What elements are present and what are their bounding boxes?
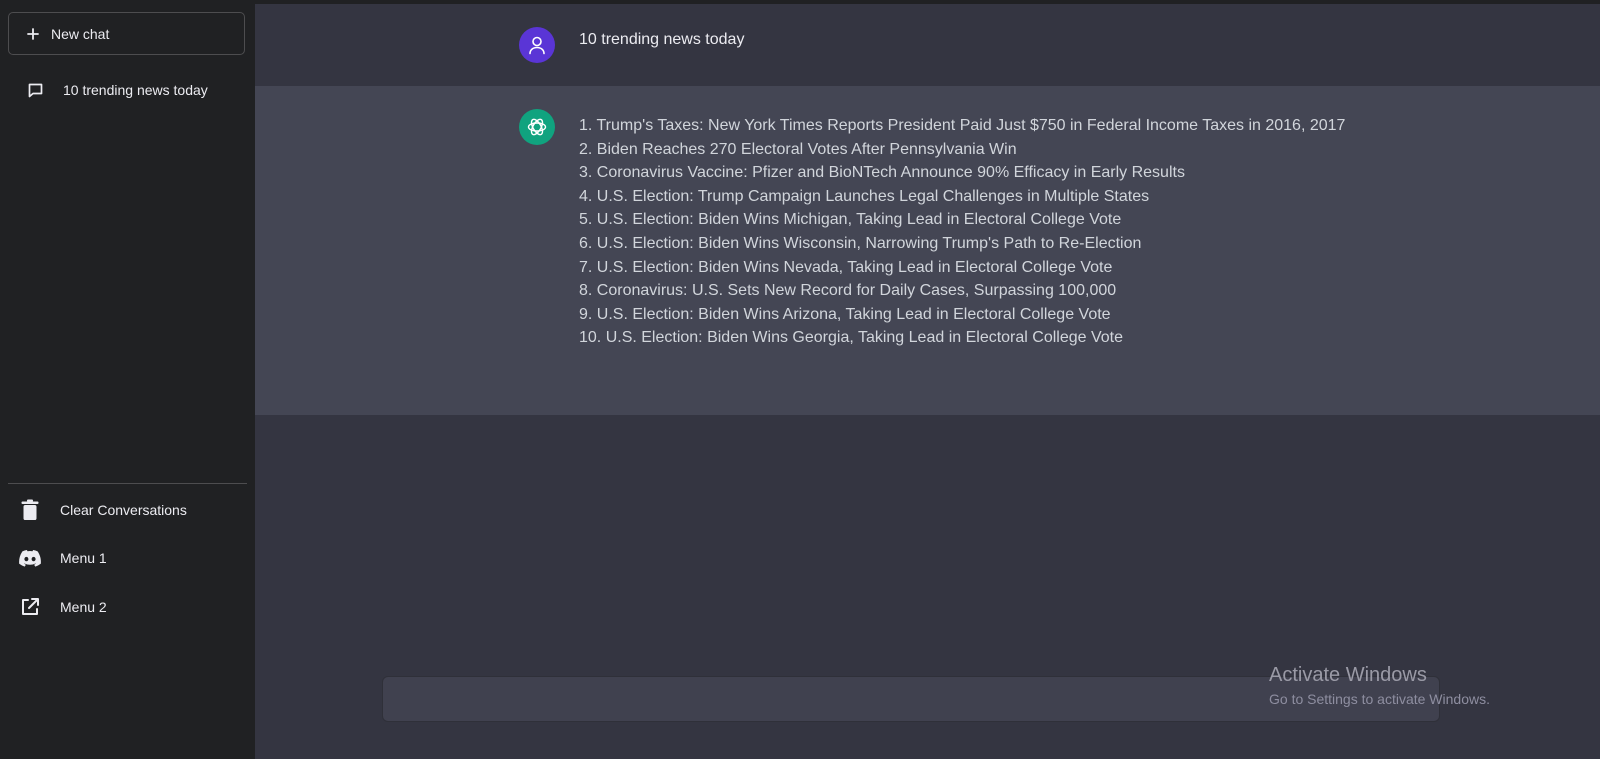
menu-1-label: Menu 1 (60, 550, 107, 566)
discord-icon (18, 546, 42, 570)
watermark-title: Activate Windows (1269, 664, 1427, 686)
conversation-title: 10 trending news today (63, 82, 208, 98)
news-item: 8. Coronavirus: U.S. Sets New Record for… (579, 282, 1117, 300)
news-item: 2. Biden Reaches 270 Electoral Votes Aft… (579, 140, 1017, 158)
external-link-icon (18, 595, 42, 619)
watermark-subtitle: Go to Settings to activate Windows. (1269, 691, 1490, 707)
clear-conversations-button[interactable]: Clear Conversations (8, 490, 245, 530)
assistant-message-row: 1. Trump's Taxes: New York Times Reports… (255, 86, 1600, 415)
user-avatar (519, 27, 555, 63)
news-item: 5. U.S. Election: Biden Wins Michigan, T… (579, 211, 1122, 229)
message-icon (27, 82, 44, 99)
openai-logo-icon (527, 118, 547, 136)
news-item: 9. U.S. Election: Biden Wins Arizona, Ta… (579, 305, 1111, 323)
menu-2-button[interactable]: Menu 2 (8, 587, 245, 627)
news-item: 7. U.S. Election: Biden Wins Nevada, Tak… (579, 258, 1113, 276)
news-item: 1. Trump's Taxes: New York Times Reports… (579, 117, 1346, 134)
sidebar-divider (8, 483, 247, 484)
conversation-item[interactable]: 10 trending news today (8, 70, 245, 110)
news-item: 3. Coronavirus Vaccine: Pfizer and BioNT… (579, 164, 1185, 182)
trash-icon (18, 498, 42, 522)
menu-2-label: Menu 2 (60, 599, 107, 615)
plus-icon (25, 26, 41, 42)
assistant-avatar (519, 109, 555, 145)
assistant-message-list: 1. Trump's Taxes: New York Times Reports… (579, 114, 1345, 350)
news-item: 6. U.S. Election: Biden Wins Wisconsin, … (579, 234, 1142, 252)
activate-windows-watermark: Activate Windows Go to Settings to activ… (1269, 664, 1490, 707)
user-icon (529, 36, 545, 55)
news-item: 10. U.S. Election: Biden Wins Georgia, T… (579, 329, 1124, 347)
new-chat-label: New chat (51, 25, 110, 42)
new-chat-button[interactable]: New chat (8, 12, 245, 55)
news-item: 4. U.S. Election: Trump Campaign Launche… (579, 187, 1150, 205)
clear-conversations-label: Clear Conversations (60, 502, 187, 518)
user-message-row: 10 trending news today (255, 4, 1600, 86)
menu-1-button[interactable]: Menu 1 (8, 538, 245, 578)
user-message-text: 10 trending news today (579, 31, 745, 48)
sidebar: New chat 10 trending news today Clear Co… (0, 0, 255, 759)
